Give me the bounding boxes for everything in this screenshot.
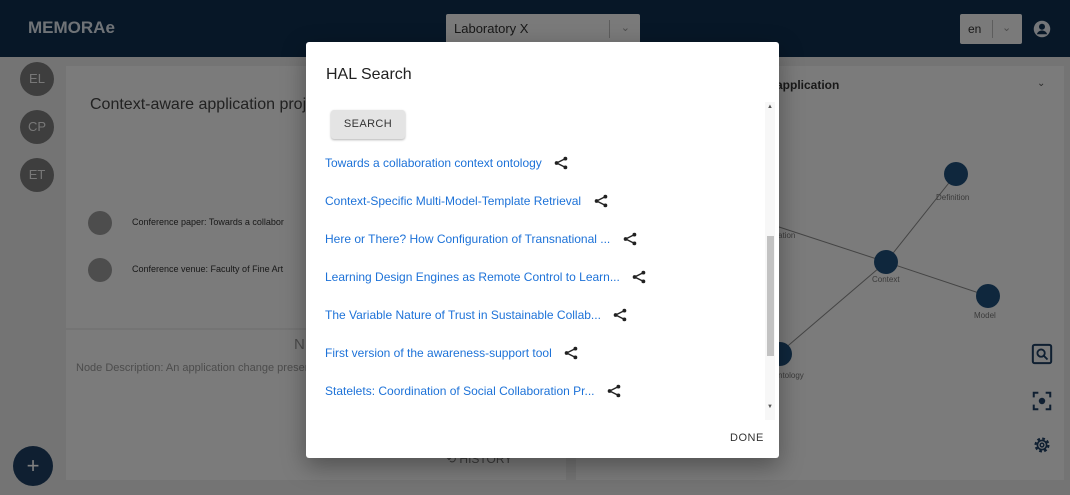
share-icon[interactable] xyxy=(564,346,578,360)
search-result-item: Here or There? How Configuration of Tran… xyxy=(325,230,637,250)
hal-search-dialog: HAL Search SEARCH Towards a collaboratio… xyxy=(306,42,779,458)
result-link[interactable]: Context-Specific Multi-Model-Template Re… xyxy=(325,194,581,208)
result-link[interactable]: First version of the awareness-support t… xyxy=(325,346,552,360)
search-result-item: Learning Design Engines as Remote Contro… xyxy=(325,268,646,288)
search-result-item: The Variable Nature of Trust in Sustaina… xyxy=(325,306,627,326)
share-icon[interactable] xyxy=(613,308,627,322)
result-link[interactable]: Here or There? How Configuration of Tran… xyxy=(325,232,610,246)
result-link[interactable]: The Variable Nature of Trust in Sustaina… xyxy=(325,308,601,322)
done-button[interactable]: DONE xyxy=(730,432,764,444)
search-result-item: First version of the awareness-support t… xyxy=(325,344,578,364)
share-icon[interactable] xyxy=(632,270,646,284)
result-link[interactable]: Towards a collaboration context ontology xyxy=(325,156,542,170)
dialog-title: HAL Search xyxy=(326,66,412,83)
share-icon[interactable] xyxy=(554,156,568,170)
search-result-item: Statelets: Coordination of Social Collab… xyxy=(325,382,621,402)
result-link[interactable]: Learning Design Engines as Remote Contro… xyxy=(325,270,620,284)
scrollbar-thumb[interactable] xyxy=(767,236,774,356)
search-result-item: Context-Specific Multi-Model-Template Re… xyxy=(325,192,608,212)
scroll-up-arrow[interactable]: ▲ xyxy=(767,104,773,110)
share-icon[interactable] xyxy=(594,194,608,208)
share-icon[interactable] xyxy=(623,232,637,246)
share-icon[interactable] xyxy=(607,384,621,398)
search-button[interactable]: SEARCH xyxy=(331,110,405,139)
search-result-item: Towards a collaboration context ontology xyxy=(325,154,568,174)
scroll-down-arrow[interactable]: ▼ xyxy=(767,404,773,410)
result-link[interactable]: Statelets: Coordination of Social Collab… xyxy=(325,384,594,398)
